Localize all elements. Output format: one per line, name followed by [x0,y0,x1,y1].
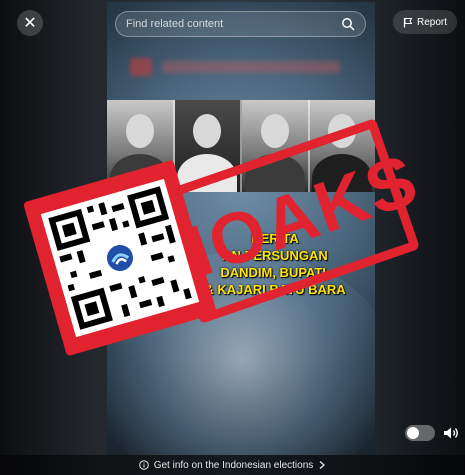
search-icon[interactable] [341,17,355,31]
close-icon: ✕ [23,15,37,32]
election-info-text: Get info on the Indonesian elections [153,459,314,471]
flag-icon [403,17,413,27]
toggle-knob [407,427,419,439]
report-button[interactable]: Report [392,10,457,34]
search-placeholder: Find related content [126,18,224,30]
volume-icon[interactable] [442,424,460,442]
qr-code [40,178,200,338]
report-label: Report [416,16,447,28]
blurred-header [130,56,340,78]
info-icon [138,460,149,470]
chevron-right-icon [319,461,326,469]
autoplay-toggle[interactable] [405,425,435,441]
election-info-link[interactable]: Get info on the Indonesian elections [0,455,465,475]
search-input[interactable]: Find related content [115,11,366,37]
close-button[interactable]: ✕ [17,10,43,36]
